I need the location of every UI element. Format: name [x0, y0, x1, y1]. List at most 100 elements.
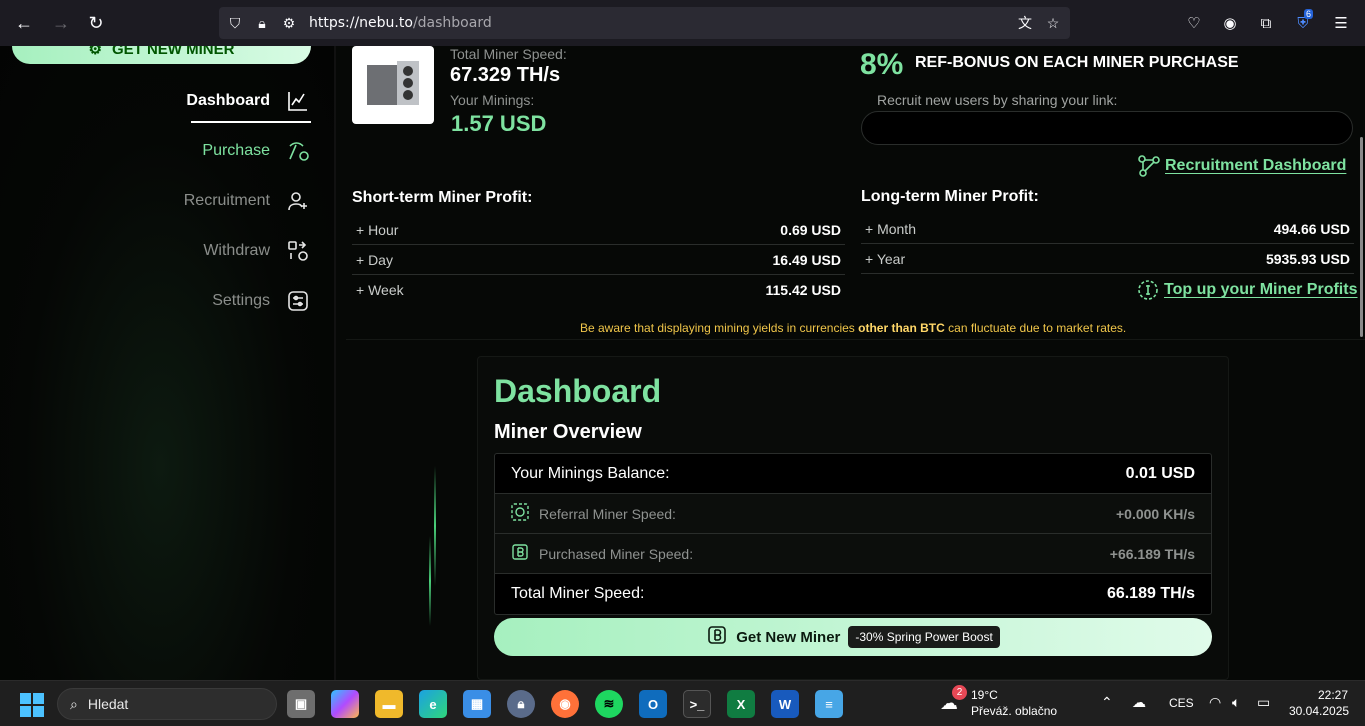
divider	[346, 339, 1365, 340]
volume-icon[interactable]: 🔈︎	[1232, 694, 1240, 711]
extensions-icon[interactable]: ⧉	[1255, 12, 1277, 34]
wifi-icon[interactable]: ◠	[1209, 694, 1221, 711]
start-tile	[33, 706, 44, 717]
profit-row-value: 5935.93 USD	[1265, 250, 1350, 267]
currency-warning: Be aware that displaying mining yields i…	[580, 321, 1126, 335]
sidebar-item-purchase[interactable]: Purchase	[150, 134, 310, 168]
table-row: Total Miner Speed: 66.189 TH/s	[495, 574, 1211, 614]
ref-percent: 8%	[860, 48, 904, 81]
sidebar-item-label: Settings	[212, 292, 270, 309]
permissions-icon[interactable]: ⚙︎	[280, 14, 298, 32]
search-icon: ⌕	[70, 695, 78, 712]
bitcoin-chip-icon	[511, 543, 529, 564]
long-term-title: Long-term Miner Profit:	[861, 188, 1039, 205]
firefox-icon[interactable]: ◉	[551, 690, 579, 718]
back-icon[interactable]: ←	[12, 11, 36, 35]
coin-icon	[511, 503, 529, 524]
ref-bonus-text: REF-BONUS ON EACH MINER PURCHASE	[915, 54, 1239, 71]
weather-temp[interactable]: 19°C	[971, 688, 998, 702]
table-row: Referral Miner Speed: +0.000 KH/s	[495, 494, 1211, 534]
profit-row-value: 115.42 USD	[765, 282, 842, 298]
recruit-link-label: Recruit new users by sharing your link:	[877, 92, 1118, 108]
terminal-icon[interactable]: >_	[683, 690, 711, 718]
onedrive-icon[interactable]: ☁	[1132, 694, 1146, 711]
spotify-icon[interactable]: ≋	[595, 690, 623, 718]
table-row: Your Minings Balance: 0.01 USD	[495, 454, 1211, 494]
total-speed-label: Total Miner Speed:	[450, 46, 567, 62]
battery-icon[interactable]: ▭	[1257, 694, 1270, 711]
weather-desc[interactable]: Převáž. oblačno	[971, 704, 1057, 718]
pocket-icon[interactable]: ♡	[1183, 12, 1205, 34]
shield-icon[interactable]: ⛉	[226, 14, 244, 32]
start-tile	[20, 693, 31, 704]
lock-icon[interactable]: 🔒︎	[253, 14, 271, 32]
profit-row-month: + Month 494.66 USD	[861, 214, 1354, 244]
start-tile	[20, 706, 31, 717]
decor-glow	[434, 466, 436, 586]
balance-label: Your Minings Balance:	[511, 464, 670, 482]
extension-badge: 6	[1304, 9, 1314, 19]
page: ⚙ GET NEW MINER Dashboard Purchase Recru…	[0, 46, 1365, 680]
referral-speed-label: Referral Miner Speed:	[539, 505, 676, 522]
sidebar-item-settings[interactable]: Settings	[150, 284, 310, 318]
store-icon[interactable]: ▦	[463, 690, 491, 718]
clock-time[interactable]: 22:27	[1318, 688, 1348, 702]
settings-sliders-icon	[286, 289, 310, 313]
network-icon	[1137, 154, 1161, 178]
sidebar-item-withdraw[interactable]: Withdraw	[150, 234, 310, 268]
menu-icon[interactable]: ☰	[1330, 12, 1352, 34]
table-row: Purchased Miner Speed: +66.189 TH/s	[495, 534, 1211, 574]
total-speed-row-label: Total Miner Speed:	[511, 585, 645, 602]
recruit-link-field[interactable]	[861, 111, 1353, 145]
account-icon[interactable]: ◉	[1219, 12, 1241, 34]
miner-chip-icon: ⚙	[88, 46, 102, 58]
reload-icon[interactable]: ↻	[84, 11, 108, 35]
scrollbar[interactable]	[1360, 137, 1363, 337]
taskbar-search[interactable]: ⌕ Hledat	[57, 688, 277, 720]
file-explorer-icon[interactable]: ▬	[375, 690, 403, 718]
profit-row-year: + Year 5935.93 USD	[861, 244, 1354, 274]
taskbar: ⌕ Hledat ▣ ▬ e ▦ 🔒︎ ◉ ≋ O >_ X W ≡ ☁ 2 1…	[0, 680, 1365, 726]
profit-row-value: 0.69 USD	[780, 221, 841, 238]
keepass-icon[interactable]: 🔒︎	[507, 690, 535, 718]
recruitment-dashboard-link[interactable]: Recruitment Dashboard	[1165, 157, 1346, 175]
excel-icon[interactable]: X	[727, 690, 755, 718]
profit-row-label: + Year	[865, 250, 906, 267]
address-bar[interactable]: ⛉ 🔒︎ ⚙︎ https://nebu.to/dashboard 文 ☆	[219, 7, 1070, 39]
chevron-up-icon[interactable]: ⌃	[1101, 694, 1113, 711]
sidebar-item-recruitment[interactable]: Recruitment	[150, 184, 310, 218]
windows-start-icon[interactable]	[20, 693, 44, 717]
active-underline	[191, 121, 311, 123]
task-view-icon[interactable]: ▣	[287, 690, 315, 718]
clock-date[interactable]: 30.04.2025	[1289, 704, 1349, 718]
profit-row-week: + Week 115.42 USD	[352, 275, 845, 305]
get-new-miner-button[interactable]: Get New Miner -30% Spring Power Boost	[494, 618, 1212, 656]
get-new-miner-button-top[interactable]: ⚙ GET NEW MINER	[12, 46, 311, 64]
translate-icon[interactable]: 文	[1016, 14, 1034, 32]
pickaxe-icon	[286, 139, 310, 163]
overview-table: Your Minings Balance: 0.01 USD Referral …	[494, 453, 1212, 615]
chart-line-icon	[286, 89, 310, 113]
edge-icon[interactable]: e	[419, 690, 447, 718]
sidebar-item-label: Purchase	[202, 142, 270, 159]
top-up-profits-link[interactable]: Top up your Miner Profits	[1164, 281, 1357, 299]
bookmark-star-icon[interactable]: ☆	[1044, 14, 1062, 32]
minings-value: 1.57 USD	[451, 111, 547, 136]
minings-label: Your Minings:	[450, 92, 535, 108]
language-indicator[interactable]: CES	[1169, 696, 1194, 710]
withdraw-icon	[286, 239, 310, 263]
word-icon[interactable]: W	[771, 690, 799, 718]
purchased-speed-value: +66.189 TH/s	[1109, 545, 1195, 562]
start-tile	[33, 693, 44, 704]
outlook-icon[interactable]: O	[639, 690, 667, 718]
bitcoin-chip-icon	[706, 624, 728, 650]
total-speed-row-value: 66.189 TH/s	[1106, 585, 1195, 602]
notepad-icon[interactable]: ≡	[815, 690, 843, 718]
sidebar-item-label: Dashboard	[186, 92, 270, 109]
sidebar-item-label: Withdraw	[203, 242, 270, 259]
forward-icon[interactable]: →	[49, 11, 73, 35]
balance-value: 0.01 USD	[1125, 464, 1195, 482]
copilot-icon[interactable]	[331, 690, 359, 718]
sidebar-item-dashboard[interactable]: Dashboard	[150, 84, 310, 118]
url-text[interactable]: https://nebu.to/dashboard	[309, 15, 492, 31]
